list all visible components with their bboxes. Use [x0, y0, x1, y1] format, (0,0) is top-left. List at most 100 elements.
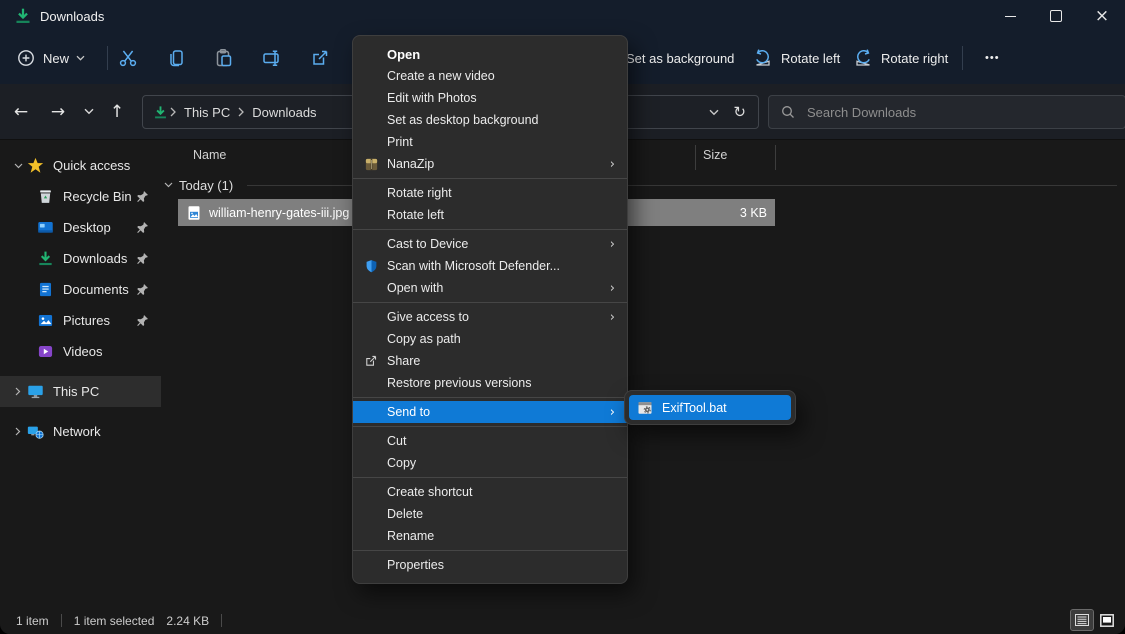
- breadcrumb-chevron-icon[interactable]: [236, 107, 246, 117]
- submenu-arrow-icon: ›: [610, 158, 615, 171]
- menu-item-create-shortcut[interactable]: Create shortcut: [353, 481, 627, 503]
- chevron-down-icon[interactable]: [9, 163, 27, 169]
- refresh-button[interactable]: ↻: [733, 103, 746, 121]
- menu-item-send-to[interactable]: Send to ›: [353, 401, 627, 423]
- menu-item-open-with[interactable]: Open with ›: [353, 277, 627, 299]
- sidebar-item-pictures[interactable]: Pictures: [0, 305, 161, 336]
- thumbnail-view-button[interactable]: [1096, 610, 1118, 630]
- breadcrumb-chevron-icon[interactable]: [168, 107, 178, 117]
- defender-shield-icon: [362, 257, 380, 275]
- menu-item-create-a-new-video[interactable]: Create a new video: [353, 65, 627, 87]
- details-view-button[interactable]: [1071, 610, 1093, 630]
- menu-separator: [353, 477, 627, 478]
- menu-item-open[interactable]: Open: [353, 43, 627, 65]
- rotate-right-button[interactable]: Rotate right: [853, 32, 948, 84]
- menu-item-rename[interactable]: Rename: [353, 525, 627, 547]
- desktop-icon: [37, 219, 54, 236]
- file-list-pane: Name Size Today (1) william-henry-gates-…: [161, 140, 1125, 607]
- menu-item-nanazip[interactable]: NanaZip ›: [353, 153, 627, 175]
- menu-item-properties[interactable]: Properties: [353, 554, 627, 576]
- sidebar-item-this-pc[interactable]: This PC: [0, 376, 161, 407]
- maximize-button[interactable]: [1033, 0, 1079, 32]
- new-button[interactable]: New: [16, 32, 85, 84]
- sidebar-item-network[interactable]: Network: [0, 416, 161, 447]
- share-button[interactable]: [310, 32, 330, 84]
- breadcrumb-this-pc[interactable]: This PC: [178, 105, 236, 120]
- submenu-arrow-icon: ›: [610, 238, 615, 251]
- menu-item-cast-to-device[interactable]: Cast to Device ›: [353, 233, 627, 255]
- submenu-arrow-icon: ›: [610, 311, 615, 324]
- share-icon: [362, 352, 380, 370]
- address-dropdown-icon[interactable]: [709, 109, 719, 116]
- pin-icon: [136, 190, 149, 203]
- chevron-right-icon[interactable]: [9, 387, 27, 396]
- chevron-right-icon[interactable]: [9, 427, 27, 436]
- search-icon: [781, 105, 795, 119]
- submenu-item-exiftool-bat[interactable]: ExifTool.bat: [629, 395, 791, 420]
- chevron-down-icon: [84, 108, 94, 115]
- copy-button[interactable]: [166, 32, 186, 84]
- send-to-submenu: ExifTool.bat: [624, 390, 796, 425]
- column-divider[interactable]: [695, 145, 696, 170]
- this-pc-icon: [27, 383, 44, 400]
- menu-separator: [353, 550, 627, 551]
- column-headers: Name Size: [161, 145, 1125, 169]
- minimize-button[interactable]: [987, 0, 1033, 32]
- close-button[interactable]: ×: [1079, 0, 1125, 32]
- rotate-left-icon: [753, 48, 773, 68]
- file-size: 3 KB: [740, 206, 775, 220]
- menu-item-share[interactable]: Share: [353, 350, 627, 372]
- rename-button[interactable]: [262, 32, 282, 84]
- back-button[interactable]: ←: [8, 84, 34, 139]
- search-box[interactable]: [768, 95, 1125, 129]
- menu-separator: [353, 426, 627, 427]
- see-more-button[interactable]: •••: [985, 32, 1000, 84]
- network-icon: [27, 423, 44, 440]
- sidebar-item-desktop[interactable]: Desktop: [0, 212, 161, 243]
- status-bar: 1 item 1 item selected 2.24 KB: [0, 607, 1125, 634]
- titlebar: Downloads ×: [0, 0, 1125, 32]
- image-file-icon: [186, 205, 202, 221]
- menu-item-give-access-to[interactable]: Give access to ›: [353, 306, 627, 328]
- rotate-left-button[interactable]: Rotate left: [753, 32, 840, 84]
- window-title: Downloads: [40, 9, 104, 24]
- pin-icon: [136, 314, 149, 327]
- search-input[interactable]: [805, 104, 1069, 121]
- menu-item-print[interactable]: Print: [353, 131, 627, 153]
- item-count: 1 item: [16, 614, 49, 628]
- sidebar-item-recycle-bin[interactable]: Recycle Bin: [0, 181, 161, 212]
- menu-item-rotate-right[interactable]: Rotate right: [353, 182, 627, 204]
- forward-button[interactable]: →: [45, 84, 71, 139]
- chevron-down-icon[interactable]: [164, 182, 173, 188]
- menu-item-delete[interactable]: Delete: [353, 503, 627, 525]
- selection-size: 2.24 KB: [166, 614, 209, 628]
- recent-locations-button[interactable]: [76, 84, 102, 139]
- menu-item-copy[interactable]: Copy: [353, 452, 627, 474]
- menu-item-copy-as-path[interactable]: Copy as path: [353, 328, 627, 350]
- menu-item-set-as-desktop-background[interactable]: Set as desktop background: [353, 109, 627, 131]
- menu-item-scan-with-microsoft-defender[interactable]: Scan with Microsoft Defender...: [353, 255, 627, 277]
- chevron-down-icon: [76, 55, 85, 61]
- cut-button[interactable]: [118, 32, 138, 84]
- column-header-size[interactable]: Size: [703, 148, 727, 162]
- sidebar-item-documents[interactable]: Documents: [0, 274, 161, 305]
- menu-item-edit-with-photos[interactable]: Edit with Photos: [353, 87, 627, 109]
- paste-button[interactable]: [214, 32, 234, 84]
- sidebar-item-downloads[interactable]: Downloads: [0, 243, 161, 274]
- sidebar-item-quick-access[interactable]: Quick access: [0, 150, 161, 181]
- pin-icon: [136, 221, 149, 234]
- group-header-today[interactable]: Today (1): [164, 176, 1117, 194]
- menu-item-cut[interactable]: Cut: [353, 430, 627, 452]
- menu-item-rotate-left[interactable]: Rotate left: [353, 204, 627, 226]
- column-divider[interactable]: [775, 145, 776, 170]
- up-button[interactable]: ↑: [104, 84, 130, 139]
- breadcrumb-downloads[interactable]: Downloads: [246, 105, 322, 120]
- sidebar-item-videos[interactable]: Videos: [0, 336, 161, 367]
- toolbar-divider: [107, 46, 108, 70]
- menu-item-restore-previous-versions[interactable]: Restore previous versions: [353, 372, 627, 394]
- star-icon: [27, 157, 44, 174]
- downloads-folder-icon: [153, 105, 168, 120]
- menu-separator: [353, 302, 627, 303]
- column-header-name[interactable]: Name: [193, 148, 226, 162]
- nanazip-icon: [362, 155, 380, 173]
